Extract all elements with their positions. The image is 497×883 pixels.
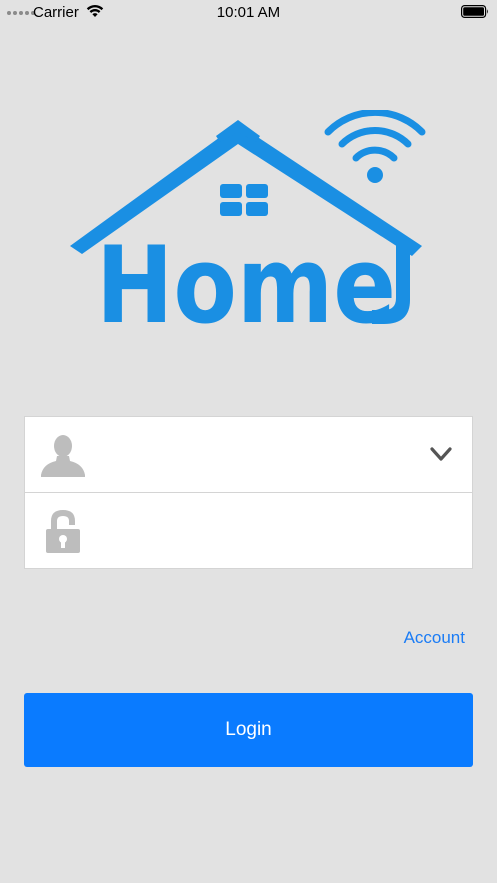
username-input[interactable] xyxy=(105,431,415,479)
status-bar: Carrier 10:01 AM xyxy=(0,0,497,24)
home-logo: Home xyxy=(70,110,426,330)
account-link[interactable]: Account xyxy=(404,628,465,648)
padlock-icon xyxy=(46,510,80,553)
window-icon xyxy=(220,184,268,216)
logo-wordmark: Home xyxy=(96,224,396,330)
username-row xyxy=(25,417,472,493)
logo-wifi-icon xyxy=(324,110,426,183)
login-form xyxy=(24,416,473,569)
password-input[interactable] xyxy=(105,507,415,555)
login-screen: Carrier 10:01 AM Home Account Login xyxy=(0,0,497,883)
user-silhouette-icon xyxy=(41,435,85,477)
battery-icon xyxy=(461,5,488,18)
status-time: 10:01 AM xyxy=(216,4,281,21)
login-button[interactable]: Login xyxy=(24,693,473,767)
password-row xyxy=(25,493,472,569)
chevron-down-icon[interactable] xyxy=(428,441,454,467)
